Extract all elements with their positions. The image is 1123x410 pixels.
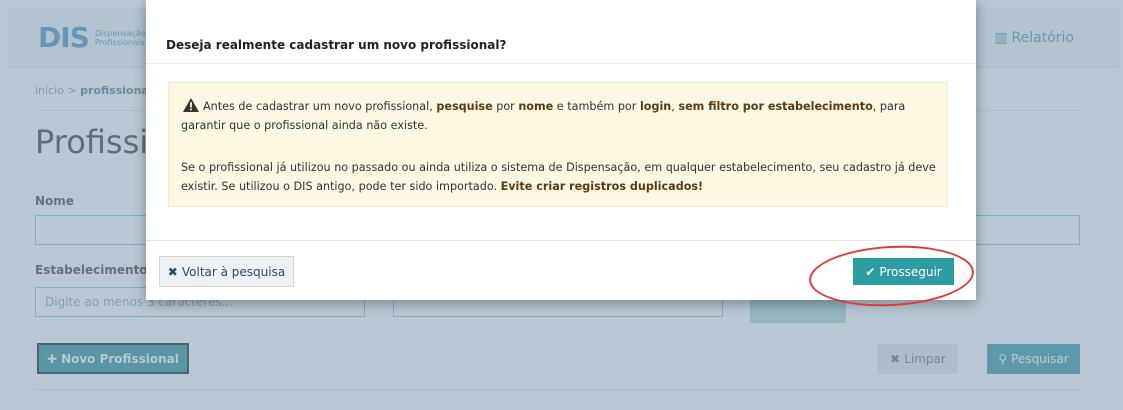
p2-segment: Evite criar registros duplicados! bbox=[500, 180, 704, 193]
back-to-search-button[interactable]: ✖ Voltar à pesquisa bbox=[159, 256, 294, 287]
check-icon: ✔ bbox=[865, 264, 876, 279]
back-to-search-label: Voltar à pesquisa bbox=[181, 264, 286, 279]
proceed-label: Prosseguir bbox=[879, 264, 942, 279]
confirm-modal: Deseja realmente cadastrar um novo profi… bbox=[146, 0, 976, 300]
modal-footer-divider bbox=[146, 240, 976, 241]
modal-header-divider bbox=[146, 63, 976, 64]
p1-segment: por bbox=[492, 100, 519, 113]
warning-alert: Antes de cadastrar um novo profissional,… bbox=[168, 82, 948, 207]
p1-segment: pesquise bbox=[436, 100, 493, 113]
warning-triangle-icon bbox=[183, 98, 199, 112]
alert-paragraph-2: Se o profissional já utilizou no passado… bbox=[181, 158, 937, 196]
modal-title: Deseja realmente cadastrar um novo profi… bbox=[166, 38, 507, 52]
p1-segment: nome bbox=[518, 100, 554, 113]
alert-paragraph-1: Antes de cadastrar um novo profissional,… bbox=[181, 97, 937, 135]
p1-segment: sem filtro por estabelecimento bbox=[678, 100, 873, 113]
alert-paragraph-1-text: Antes de cadastrar um novo profissional,… bbox=[181, 100, 905, 132]
proceed-button[interactable]: ✔ Prosseguir bbox=[853, 258, 954, 285]
times-icon: ✖ bbox=[167, 264, 178, 279]
p1-segment: login bbox=[639, 100, 672, 113]
p1-segment: Antes de cadastrar um novo profissional, bbox=[203, 100, 437, 113]
p1-segment: e também por bbox=[553, 100, 640, 113]
alert-paragraph-2-text: Se o profissional já utilizou no passado… bbox=[181, 161, 936, 193]
